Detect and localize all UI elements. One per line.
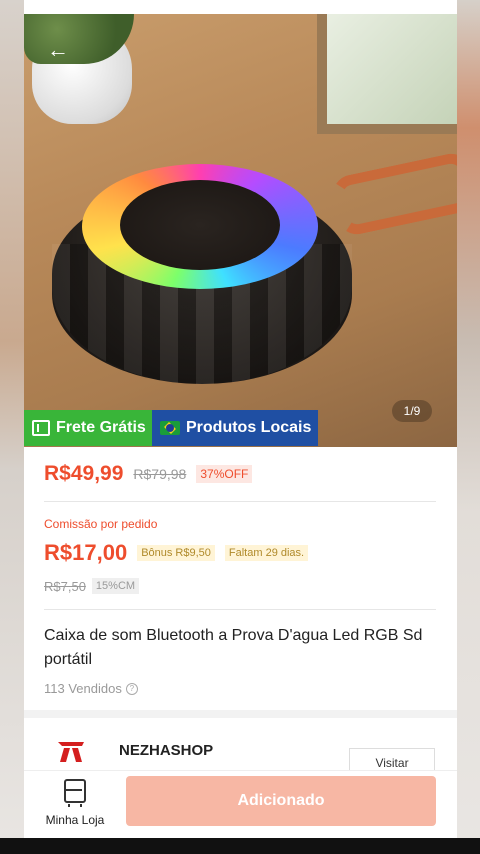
brazil-flag-icon	[160, 421, 180, 435]
commission-amount: R$17,00	[44, 540, 128, 565]
info-icon[interactable]: ?	[125, 682, 138, 695]
product-page: ← 1/9 Frete Grátis Produtos Locais R$49,…	[24, 0, 457, 838]
shop-logo-icon	[58, 742, 84, 762]
old-commission: R$7,50	[44, 578, 86, 594]
product-title: Caixa de som Bluetooth a Prova D'agua Le…	[44, 627, 423, 668]
image-speaker-top	[120, 180, 280, 270]
image-speaker-strap	[329, 150, 457, 238]
added-button[interactable]: Adicionado	[126, 776, 436, 826]
image-window	[317, 14, 457, 134]
back-arrow-icon[interactable]: ←	[46, 38, 70, 62]
free-shipping-label: Frete Grátis	[56, 419, 146, 436]
my-store-button[interactable]: Minha Loja	[38, 779, 112, 827]
original-price: R$79,98	[133, 466, 187, 482]
local-products-badge: Produtos Locais	[152, 410, 318, 446]
system-nav-bar	[0, 838, 480, 854]
background-right	[457, 0, 480, 854]
bonus-tag: Bônus R$9,50	[137, 545, 215, 561]
section-gap	[24, 710, 457, 718]
current-price: R$49,99	[44, 462, 124, 485]
bottom-action-bar: Minha Loja Adicionado	[24, 770, 457, 838]
local-products-label: Produtos Locais	[186, 419, 312, 436]
divider	[44, 609, 436, 610]
commission-rate-tag: 15%CM	[91, 578, 140, 594]
sold-count-label: 113 Vendidos	[44, 681, 122, 696]
commission-label: Comissão por pedido	[44, 517, 158, 531]
product-image-gallery[interactable]: ← 1/9	[24, 14, 457, 447]
free-shipping-badge: Frete Grátis	[24, 410, 152, 446]
background-left	[0, 0, 24, 854]
coupon-icon	[32, 420, 50, 436]
shop-name[interactable]: NEZHASHOP	[119, 742, 213, 759]
divider	[44, 501, 436, 502]
price-row: R$49,99 R$79,98 37%OFF	[44, 462, 253, 486]
store-icon	[64, 779, 86, 807]
sold-count: 113 Vendidos ?	[44, 681, 138, 696]
gallery-counter: 1/9	[392, 400, 432, 422]
commission-row: R$17,00 Bônus R$9,50 Faltam 29 dias.	[44, 540, 309, 566]
my-store-label: Minha Loja	[45, 813, 105, 827]
discount-badge: 37%OFF	[196, 465, 253, 483]
days-left-tag: Faltam 29 dias.	[224, 545, 309, 561]
visit-shop-button[interactable]: Visitar	[349, 748, 435, 772]
commission-old-row: R$7,50 15%CM	[44, 578, 140, 594]
